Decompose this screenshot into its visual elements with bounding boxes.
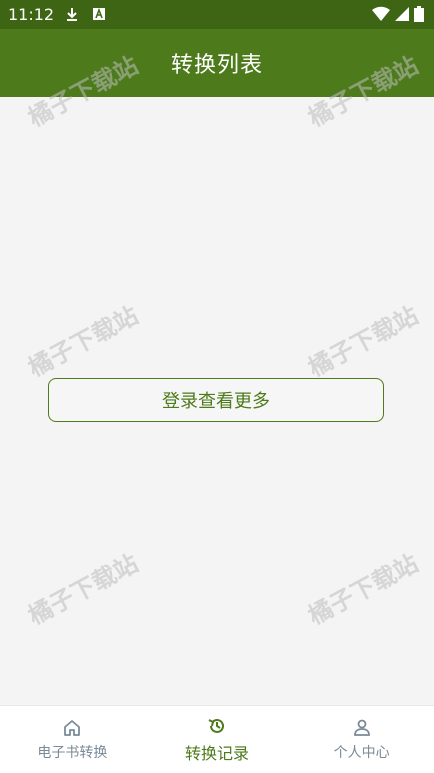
home-icon bbox=[62, 718, 82, 738]
bottom-tab-bar: 电子书转换 转换记录 个人中心 bbox=[0, 705, 434, 773]
status-time: 11:12 bbox=[8, 5, 55, 24]
tab-profile[interactable]: 个人中心 bbox=[289, 706, 434, 773]
main-content: 登录查看更多 bbox=[0, 97, 434, 705]
battery-icon bbox=[414, 6, 424, 26]
history-icon bbox=[207, 716, 227, 736]
status-indicators bbox=[372, 6, 424, 26]
login-more-button[interactable]: 登录查看更多 bbox=[48, 378, 384, 422]
tab-convert-history[interactable]: 转换记录 bbox=[145, 706, 290, 773]
tab-label: 电子书转换 bbox=[37, 745, 108, 761]
person-icon bbox=[352, 718, 372, 738]
tab-label: 个人中心 bbox=[333, 745, 390, 761]
page-title: 转换列表 bbox=[170, 53, 263, 78]
signal-icon bbox=[394, 6, 410, 26]
wifi-icon bbox=[372, 6, 390, 26]
status-bar: 11:12 bbox=[0, 0, 434, 29]
app-bar: 转换列表 bbox=[0, 29, 434, 97]
download-icon bbox=[64, 6, 80, 22]
tab-ebook-convert[interactable]: 电子书转换 bbox=[0, 706, 145, 773]
tab-label: 转换记录 bbox=[185, 744, 250, 763]
font-app-icon bbox=[92, 6, 108, 22]
